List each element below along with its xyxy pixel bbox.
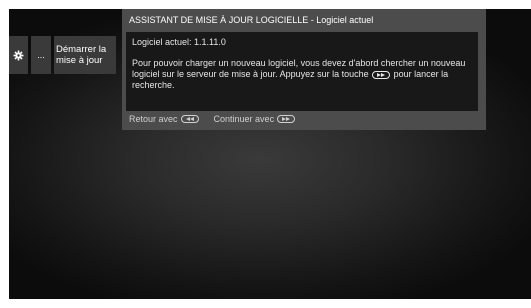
back-label: Retour avec <box>129 114 178 124</box>
gear-icon <box>13 50 24 60</box>
dialog-description: Pour pouvoir charger un nouveau logiciel… <box>132 58 470 91</box>
fast-forward-button-icon <box>372 70 391 79</box>
continue-hint[interactable]: Continuer avec <box>214 114 297 124</box>
tv-screen: ... Démarrer la mise à jour ASSISTANT DE… <box>9 9 531 299</box>
dialog-title: ASSISTANT DE MISE À JOUR LOGICIELLE - Lo… <box>129 15 374 25</box>
more-menu-label: ... <box>37 50 45 60</box>
settings-menu-item[interactable] <box>9 36 28 74</box>
start-update-label: Démarrer la mise à jour <box>56 44 107 66</box>
dialog-body: Logiciel actuel: 1.1.11.0 Pour pouvoir c… <box>126 32 478 111</box>
current-version-text: Logiciel actuel: 1.1.11.0 <box>132 37 226 47</box>
more-menu-item[interactable]: ... <box>31 36 51 74</box>
start-update-menu-item[interactable]: Démarrer la mise à jour <box>54 36 116 74</box>
continue-label: Continuer avec <box>213 114 275 124</box>
back-hint[interactable]: Retour avec <box>129 114 200 124</box>
rewind-button-icon <box>180 115 199 123</box>
fast-forward-button-icon <box>277 115 296 123</box>
dialog-footer: Retour avec Continuer avec <box>129 114 310 124</box>
update-assistant-dialog: ASSISTANT DE MISE À JOUR LOGICIELLE - Lo… <box>122 9 486 130</box>
